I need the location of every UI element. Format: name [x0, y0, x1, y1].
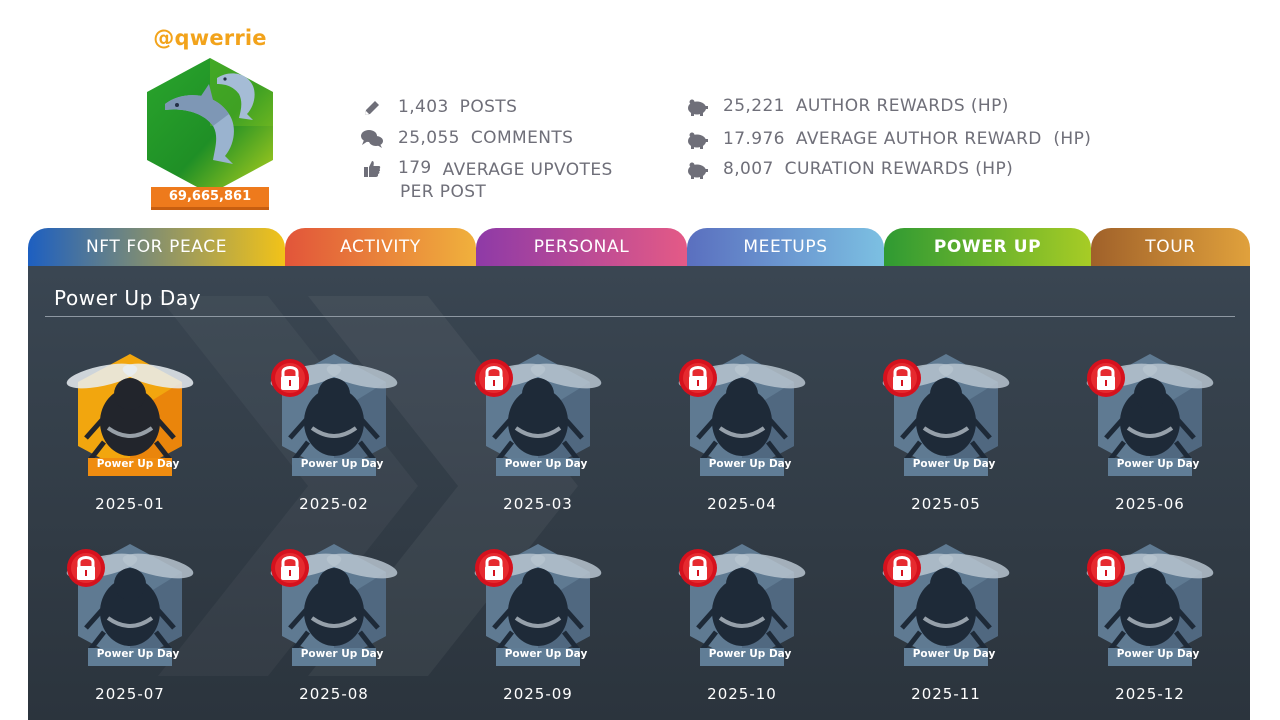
profile-username[interactable]: @qwerrie [148, 26, 272, 50]
posts-label: POSTS [459, 97, 518, 117]
stat-average-upvotes-label2: PER POST [400, 182, 486, 202]
stat-comments: 25,055 COMMENTS [359, 128, 573, 150]
stat-average-upvotes: 179 AVERAGE UPVOTES [359, 158, 613, 182]
reputation-score-badge: 69,665,861 [151, 187, 269, 210]
stat-posts: 1,403 POSTS [359, 97, 517, 119]
average-upvotes-label-wrap: AVERAGE UPVOTES [443, 158, 613, 182]
tab-label: TOUR [1145, 237, 1196, 257]
author-rewards-label: AUTHOR REWARDS (HP) [795, 96, 1009, 116]
stat-average-author-reward: 17.976 AVERAGE AUTHOR REWARD (HP) [684, 129, 1091, 151]
badge-power-up-2025-06[interactable]: Power Up Day 2025-06 [1070, 350, 1230, 520]
tab-tour[interactable]: TOUR [1091, 228, 1250, 266]
badge-ribbon-label: Power Up Day [1116, 648, 1200, 660]
badge-power-up-2025-04[interactable]: Power Up Day 2025-04 [662, 350, 822, 520]
badge-date: 2025-11 [911, 685, 981, 703]
badge-power-up-2025-12[interactable]: Power Up Day 2025-12 [1070, 540, 1230, 710]
badge-date: 2025-05 [911, 495, 981, 513]
stat-author-rewards: 25,221 AUTHOR REWARDS (HP) [684, 96, 1009, 118]
tab-activity[interactable]: ACTIVITY [285, 228, 476, 266]
badge-date: 2025-06 [1115, 495, 1185, 513]
badge-date: 2025-01 [95, 495, 165, 513]
tab-power-up[interactable]: POWER UP [884, 228, 1091, 268]
thumbs-up-icon [359, 158, 385, 180]
badge-power-up-2025-01[interactable]: Power Up Day 2025-01 [50, 350, 210, 520]
badge-date: 2025-08 [299, 685, 369, 703]
average-upvotes-label-line2: PER POST [400, 182, 487, 202]
piggy-bank-icon [684, 129, 710, 151]
panel-divider [45, 316, 1235, 317]
dolphin-avatar-icon [147, 58, 273, 194]
lock-icon [271, 359, 309, 397]
badge-ribbon-label: Power Up Day [1116, 458, 1200, 470]
lock-icon [679, 549, 717, 587]
badge-power-up-2025-02[interactable]: Power Up Day 2025-02 [254, 350, 414, 520]
tab-label: NFT FOR PEACE [85, 237, 228, 257]
tab-meetups[interactable]: MEETUPS [687, 228, 884, 266]
curation-rewards-label: CURATION REWARDS (HP) [784, 159, 1014, 179]
curation-rewards-value: 8,007 [723, 159, 774, 179]
average-author-reward-label: AVERAGE AUTHOR REWARD (HP) [795, 129, 1092, 149]
tab-label: ACTIVITY [340, 237, 421, 257]
average-upvotes-label: AVERAGE UPVOTES [442, 160, 613, 180]
tab-label: MEETUPS [743, 237, 828, 257]
avatar[interactable]: 69,665,861 [143, 56, 277, 216]
badge-ribbon-label: Power Up Day [504, 648, 588, 660]
lock-icon [475, 549, 513, 587]
badge-date: 2025-07 [95, 685, 165, 703]
badge-ribbon-label: Power Up Day [912, 458, 996, 470]
badge-ribbon-label: Power Up Day [504, 458, 588, 470]
comments-icon [359, 128, 385, 150]
badge-ribbon-label: Power Up Day [708, 458, 792, 470]
lock-icon [271, 549, 309, 587]
comments-count: 25,055 [398, 128, 460, 148]
badge-date: 2025-03 [503, 495, 573, 513]
badge-power-up-2025-09[interactable]: Power Up Day 2025-09 [458, 540, 618, 710]
badge-date: 2025-09 [503, 685, 573, 703]
posts-count: 1,403 [398, 97, 449, 117]
lock-icon [1087, 359, 1125, 397]
badge-ribbon-label: Power Up Day [300, 458, 384, 470]
badge-ribbon-label: Power Up Day [96, 648, 180, 660]
badge-ribbon-label: Power Up Day [912, 648, 996, 660]
badge-power-up-2025-11[interactable]: Power Up Day 2025-11 [866, 540, 1026, 710]
badges-panel: Power Up Day Power Up Day 2025-01 Power Up… [28, 266, 1250, 720]
badge-date: 2025-12 [1115, 685, 1185, 703]
piggy-bank-icon [684, 159, 710, 181]
badge-power-up-2025-10[interactable]: Power Up Day 2025-10 [662, 540, 822, 710]
average-author-reward-value: 17.976 [723, 129, 785, 149]
badge-power-up-2025-08[interactable]: Power Up Day 2025-08 [254, 540, 414, 710]
stat-curation-rewards: 8,007 CURATION REWARDS (HP) [684, 159, 1013, 181]
badge-date: 2025-02 [299, 495, 369, 513]
badge-date: 2025-04 [707, 495, 777, 513]
category-tabs: NFT FOR PEACE ACTIVITY PERSONAL MEETUPS … [28, 228, 1250, 268]
badge-power-up-2025-07[interactable]: Power Up Day 2025-07 [50, 540, 210, 710]
badge-power-up-2025-05[interactable]: Power Up Day 2025-05 [866, 350, 1026, 520]
badge-ribbon-label: Power Up Day [708, 648, 792, 660]
badge-ribbon-label: Power Up Day [96, 458, 180, 470]
lock-icon [67, 549, 105, 587]
lock-icon [679, 359, 717, 397]
lock-icon [883, 359, 921, 397]
tab-label: POWER UP [933, 237, 1042, 257]
lock-icon [883, 549, 921, 587]
average-upvotes-count: 179 [398, 158, 432, 178]
badge-date: 2025-10 [707, 685, 777, 703]
piggy-bank-icon [684, 96, 710, 118]
pencil-icon [359, 97, 385, 119]
lock-icon [1087, 549, 1125, 587]
author-rewards-value: 25,221 [723, 96, 785, 116]
badge-power-up-2025-03[interactable]: Power Up Day 2025-03 [458, 350, 618, 520]
tab-nft-for-peace[interactable]: NFT FOR PEACE [28, 228, 285, 266]
panel-title: Power Up Day [54, 286, 202, 310]
lock-icon [475, 359, 513, 397]
tab-personal[interactable]: PERSONAL [476, 228, 687, 266]
comments-label: COMMENTS [470, 128, 574, 148]
badge-ribbon-label: Power Up Day [300, 648, 384, 660]
tab-label: PERSONAL [533, 237, 630, 257]
